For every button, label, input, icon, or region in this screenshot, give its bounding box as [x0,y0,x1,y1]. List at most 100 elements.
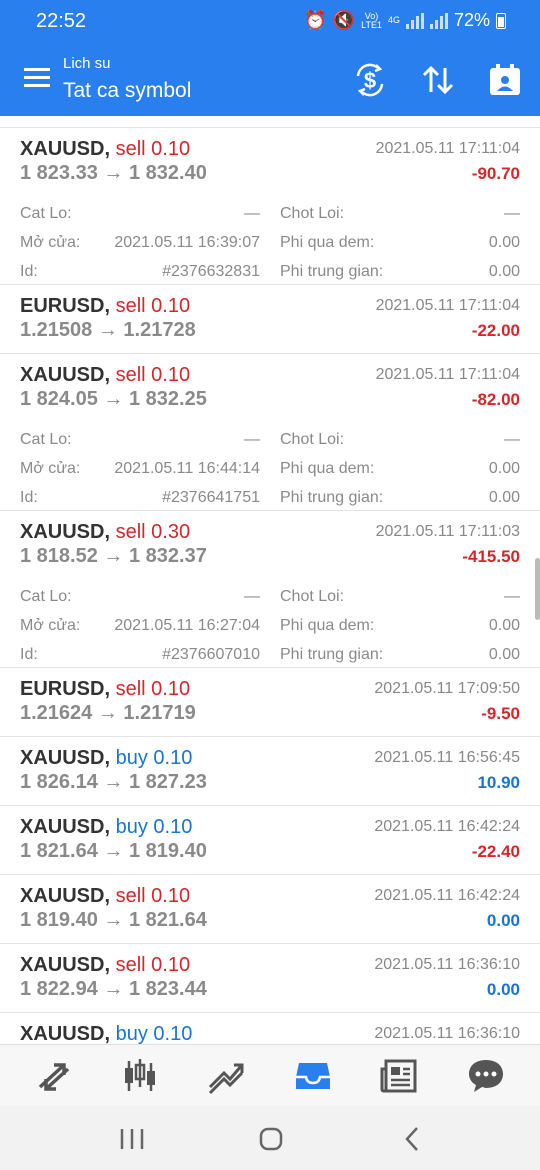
sl-value: — [244,588,260,605]
toolbar-title[interactable]: Tat ca symbol [63,79,191,103]
deal-datetime: 2021.05.11 17:11:04 [375,140,520,157]
deal-profit: -415.50 [462,547,520,566]
swap-value: 0.00 [488,617,520,634]
id-label: Id: [20,263,38,280]
list-top-divider [0,116,540,128]
open-time-label: Mở cửa: [20,460,81,477]
swap-label: Phi qua dem: [280,617,375,634]
currency-exchange-icon[interactable]: $ [352,62,388,98]
tp-value: — [504,431,520,448]
calendar-icon[interactable] [487,62,523,98]
deal-datetime: 2021.05.11 16:56:45 [374,749,520,766]
sl-value: — [244,431,260,448]
deal-datetime: 2021.05.11 17:11:04 [375,366,520,383]
toolbar-subtitle: Lich su [63,55,111,72]
deal-symbol: XAUUSD, sell 0.30 [20,521,191,543]
deal-type: buy 0.10 [115,747,193,769]
deal-type: sell 0.10 [115,678,191,700]
deal-profit: -22.40 [471,842,520,861]
carrier-label: Vo) LTE1 [361,10,382,30]
scrollbar[interactable] [535,558,540,620]
deal-type: sell 0.10 [115,954,191,976]
deal-datetime: 2021.05.11 16:42:24 [374,887,520,904]
deal-type: sell 0.10 [115,885,191,907]
deal-row[interactable]: XAUUSD, buy 0.10 2021.05.11 16:42:24 1 8… [0,806,540,875]
system-navigation [0,1106,540,1170]
sort-icon[interactable] [420,62,456,98]
deal-datetime: 2021.05.11 17:11:04 [375,297,520,314]
deal-type: sell 0.30 [115,521,191,543]
deal-profit: 0.00 [486,911,520,930]
app-toolbar: Lich su Tat ca symbol $ [0,42,540,116]
deal-prices: 1 826.14 → 1 827.23 [20,771,207,793]
deal-row[interactable]: EURUSD, sell 0.10 2021.05.11 17:11:04 1.… [0,285,540,354]
deal-type: buy 0.10 [115,1023,193,1044]
id-label: Id: [20,646,38,663]
swap-label: Phi qua dem: [280,234,375,251]
quotes-icon[interactable] [34,1057,74,1095]
open-time-value: 2021.05.11 16:27:04 [114,617,260,634]
status-time: 22:52 [36,10,87,32]
deal-datetime: 2021.05.11 16:42:24 [374,818,520,835]
svg-text:$: $ [364,68,376,93]
id-value: #2376632831 [162,263,260,280]
home-icon[interactable] [251,1124,291,1154]
deal-symbol: XAUUSD, sell 0.10 [20,885,191,907]
tp-label: Chot Loi: [280,205,345,222]
open-time-value: 2021.05.11 16:39:07 [114,234,260,251]
commission-value: 0.00 [488,646,520,663]
bottom-navigation [0,1044,540,1106]
trade-icon[interactable] [206,1057,246,1095]
news-icon[interactable] [379,1057,419,1095]
deal-datetime: 2021.05.11 17:11:03 [375,523,520,540]
id-label: Id: [20,489,38,506]
deals-list[interactable]: XAUUSD, sell 0.10 2021.05.11 17:11:04 1 … [0,116,540,1044]
network-label: 4G [387,15,400,25]
open-time-label: Mở cửa: [20,617,81,634]
deal-row[interactable]: EURUSD, sell 0.10 2021.05.11 17:09:50 1.… [0,668,540,737]
deal-prices: 1 819.40 → 1 821.64 [20,909,207,931]
deal-profit: 10.90 [477,773,520,792]
deal-symbol: EURUSD, sell 0.10 [20,678,191,700]
deal-datetime: 2021.05.11 17:09:50 [374,680,520,697]
deal-row[interactable]: XAUUSD, sell 0.10 2021.05.11 17:11:04 1 … [0,128,540,285]
deal-prices: 1 823.33 → 1 832.40 [20,162,207,184]
recent-apps-icon[interactable] [112,1124,152,1154]
deal-type: sell 0.10 [115,295,191,317]
deal-row[interactable]: XAUUSD, sell 0.10 2021.05.11 16:36:10 1 … [0,944,540,1013]
deal-row[interactable]: XAUUSD, buy 0.10 2021.05.11 16:36:10 [0,1013,540,1044]
deal-symbol: XAUUSD, buy 0.10 [20,816,193,838]
sl-value: — [244,205,260,222]
swap-label: Phi qua dem: [280,460,375,477]
deal-profit: -90.70 [471,164,520,183]
deal-symbol: XAUUSD, sell 0.10 [20,138,191,160]
status-icons: ⏰ 🔇 Vo) LTE1 4G 72% [304,10,506,31]
history-icon[interactable] [293,1057,333,1095]
deal-prices: 1.21508 → 1.21728 [20,319,196,341]
deal-prices: 1 818.52 → 1 832.37 [20,545,207,567]
commission-value: 0.00 [488,489,520,506]
deal-row[interactable]: XAUUSD, sell 0.10 2021.05.11 16:42:24 1 … [0,875,540,944]
status-bar: 22:52 ⏰ 🔇 Vo) LTE1 4G 72% [0,0,540,42]
mute-icon: 🔇 [332,10,356,30]
messages-icon[interactable] [466,1057,506,1095]
commission-value: 0.00 [488,263,520,280]
back-icon[interactable] [393,1124,433,1154]
deal-profit: -9.50 [481,704,520,723]
deal-row[interactable]: XAUUSD, sell 0.30 2021.05.11 17:11:03 1 … [0,511,540,668]
battery-icon [496,12,506,29]
deal-row[interactable]: XAUUSD, sell 0.10 2021.05.11 17:11:04 1 … [0,354,540,511]
commission-label: Phi trung gian: [280,489,384,506]
chart-icon[interactable] [120,1057,160,1095]
sl-label: Cat Lo: [20,205,72,222]
deal-datetime: 2021.05.11 16:36:10 [374,956,520,973]
commission-label: Phi trung gian: [280,263,384,280]
deal-profit: -82.00 [471,390,520,409]
id-value: #2376607010 [162,646,260,663]
deal-profit: -22.00 [471,321,520,340]
open-time-value: 2021.05.11 16:44:14 [114,460,260,477]
deal-prices: 1.21624 → 1.21719 [20,702,196,724]
deal-row[interactable]: XAUUSD, buy 0.10 2021.05.11 16:56:45 1 8… [0,737,540,806]
battery-percent: 72% [453,10,490,30]
menu-icon[interactable] [24,68,50,88]
